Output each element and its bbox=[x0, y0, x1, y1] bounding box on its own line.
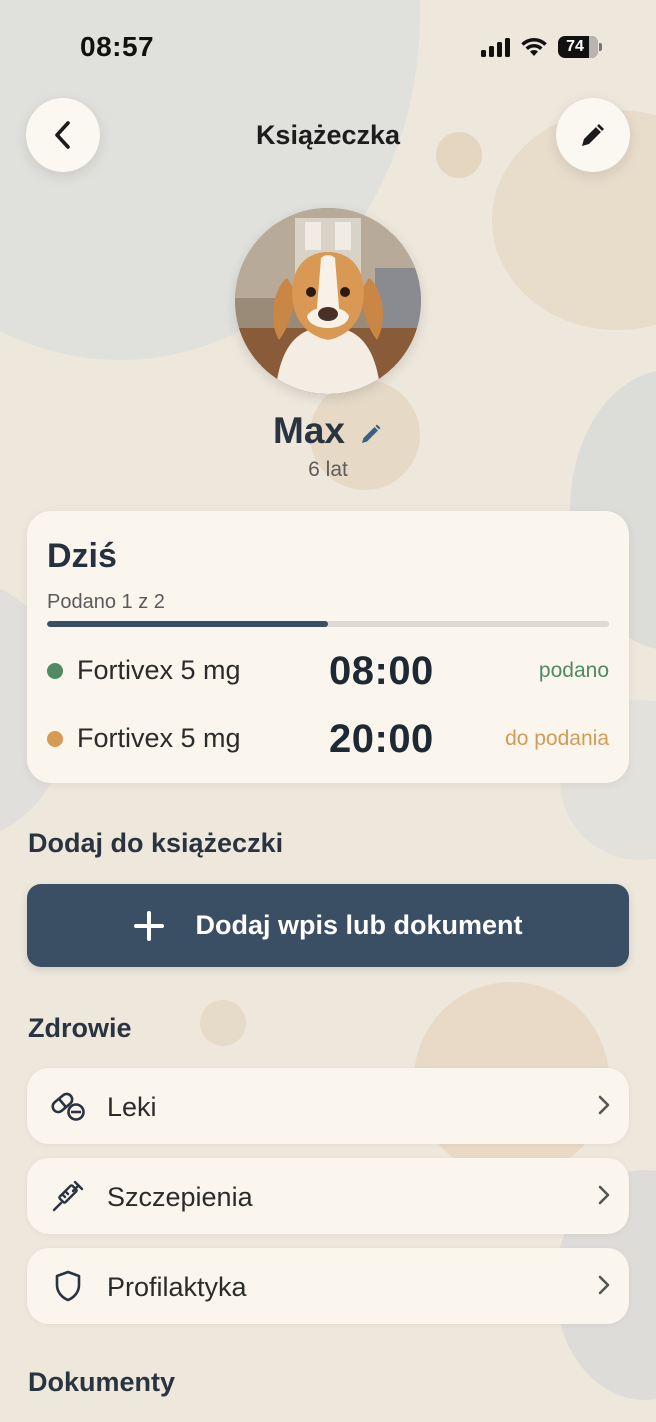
edit-name-pencil-icon[interactable] bbox=[359, 422, 383, 446]
chevron-right-icon bbox=[598, 1185, 610, 1205]
list-item-leki[interactable]: Leki bbox=[27, 1068, 629, 1144]
progress-bar bbox=[47, 621, 609, 627]
chevron-right-icon bbox=[598, 1095, 610, 1115]
cellular-signal-icon bbox=[481, 37, 510, 57]
pet-name: Max bbox=[273, 410, 345, 451]
progress-label: Podano 1 z 2 bbox=[47, 591, 165, 613]
today-title: Dziś bbox=[47, 537, 117, 575]
plus-icon bbox=[133, 910, 165, 942]
list-item-szczepienia[interactable]: Szczepienia bbox=[27, 1158, 629, 1234]
health-section-title: Zdrowie bbox=[28, 1013, 132, 1043]
dose-row[interactable]: Fortivex 5 mg 20:00 do podania bbox=[47, 717, 609, 761]
status-dot bbox=[47, 731, 63, 747]
status-icons: 74 bbox=[481, 36, 602, 58]
chevron-right-icon bbox=[598, 1275, 610, 1295]
documents-section-title: Dokumenty bbox=[28, 1367, 176, 1397]
pet-age: 6 lat bbox=[308, 458, 348, 481]
dose-name: Fortivex 5 mg bbox=[77, 723, 241, 753]
dose-name: Fortivex 5 mg bbox=[77, 655, 241, 685]
add-entry-label: Dodaj wpis lub dokument bbox=[195, 910, 523, 940]
progress-fill bbox=[47, 621, 328, 627]
shield-icon bbox=[49, 1267, 87, 1305]
status-time: 08:57 bbox=[80, 31, 155, 62]
dog-photo bbox=[235, 208, 421, 394]
wifi-icon bbox=[521, 37, 547, 56]
add-entry-button[interactable]: Dodaj wpis lub dokument bbox=[27, 884, 629, 967]
dose-row[interactable]: Fortivex 5 mg 08:00 podano bbox=[47, 649, 609, 693]
list-item-profilaktyka[interactable]: Profilaktyka bbox=[27, 1248, 629, 1324]
battery-icon: 74 bbox=[558, 36, 602, 58]
list-item-label: Szczepienia bbox=[107, 1182, 253, 1212]
pet-name-row: Max bbox=[0, 410, 656, 452]
battery-level: 74 bbox=[566, 38, 584, 55]
status-bar: 08:57 74 bbox=[0, 0, 656, 90]
pills-icon bbox=[49, 1087, 87, 1125]
top-nav: Książeczka bbox=[0, 98, 656, 174]
edit-button[interactable] bbox=[556, 98, 630, 172]
pet-avatar[interactable] bbox=[235, 208, 421, 394]
list-item-label: Leki bbox=[107, 1092, 157, 1122]
dose-time: 20:00 bbox=[329, 717, 434, 761]
dose-status: do podania bbox=[505, 727, 609, 750]
status-dot bbox=[47, 663, 63, 679]
today-card: Dziś Podano 1 z 2 Fortivex 5 mg 08:00 po… bbox=[27, 511, 629, 783]
list-item-label: Profilaktyka bbox=[107, 1272, 247, 1302]
syringe-icon bbox=[49, 1177, 87, 1215]
pencil-icon bbox=[582, 124, 604, 146]
dose-time: 08:00 bbox=[329, 649, 434, 693]
dose-status: podano bbox=[538, 659, 609, 682]
add-section-title: Dodaj do książeczki bbox=[28, 828, 284, 858]
